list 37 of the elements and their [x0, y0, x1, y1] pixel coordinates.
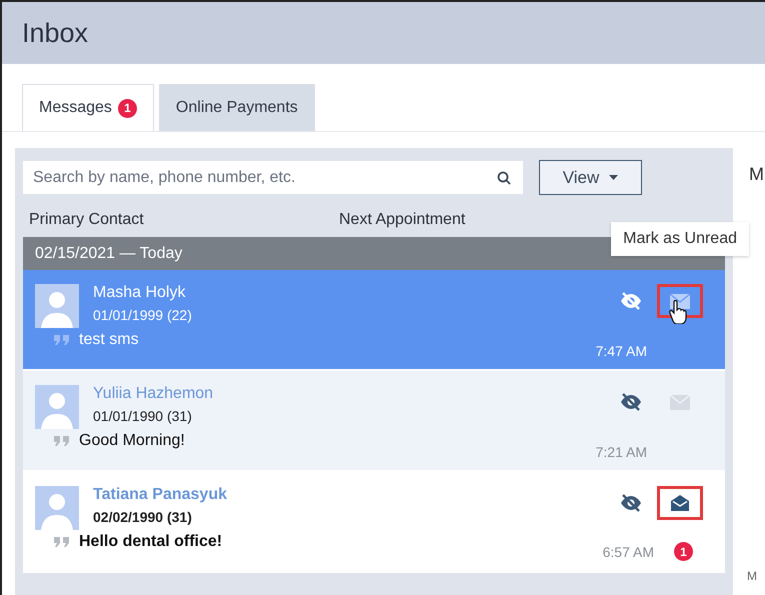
envelope-icon: [670, 394, 690, 410]
hidden-eye-icon[interactable]: [619, 393, 643, 411]
avatar-icon: [35, 284, 79, 328]
count-badge: 1: [118, 98, 137, 118]
open-envelope-icon: [670, 495, 690, 511]
tab[interactable]: Online Payments: [158, 84, 315, 131]
unread-count-badge: 1: [674, 542, 693, 561]
message-preview: Good Morning!: [79, 432, 185, 450]
hidden-eye-icon[interactable]: [619, 494, 643, 512]
birth-date: 02/02/1990 (31): [93, 509, 193, 525]
tab[interactable]: Messages 1: [22, 84, 154, 131]
search-field[interactable]: Search by name, phone number, etc.: [23, 161, 523, 194]
message-time: 7:47 AM: [596, 343, 647, 359]
message-preview: test sms: [79, 331, 139, 349]
quote-icon: [53, 436, 71, 446]
message-row[interactable]: Tatiana Panasyuk 02/02/1990 (31) Hello dental office! 6:57 AM 1: [23, 472, 725, 573]
panel-text: M: [747, 569, 757, 583]
date-label: 02/15/2021 — Today: [35, 244, 182, 262]
search-icon[interactable]: [497, 171, 511, 185]
avatar-icon: [35, 385, 79, 429]
quote-icon: [53, 335, 71, 345]
avatar-icon: [35, 486, 79, 530]
tooltip: Mark as Unread: [611, 222, 749, 256]
quote-icon: [53, 537, 71, 547]
message-preview: Hello dental office!: [79, 533, 222, 551]
view-button[interactable]: View: [539, 160, 642, 195]
window-title: Inbox: [22, 18, 88, 48]
birth-date: 01/01/1999 (22): [93, 307, 193, 323]
caret-icon: [609, 175, 618, 180]
panel-heading: M: [749, 164, 764, 185]
hidden-eye-icon[interactable]: [619, 292, 643, 310]
message-time: 6:57 AM: [602, 544, 654, 560]
envelope-button[interactable]: [657, 486, 703, 520]
message-time: 7:21 AM: [596, 444, 647, 460]
hand-cursor-icon: [669, 300, 687, 324]
birth-date: 01/01/1990 (31): [93, 408, 193, 424]
message-row[interactable]: Yuliia Hazhemon 01/01/1990 (31) Good Morning! 7:21 AM: [23, 371, 725, 472]
